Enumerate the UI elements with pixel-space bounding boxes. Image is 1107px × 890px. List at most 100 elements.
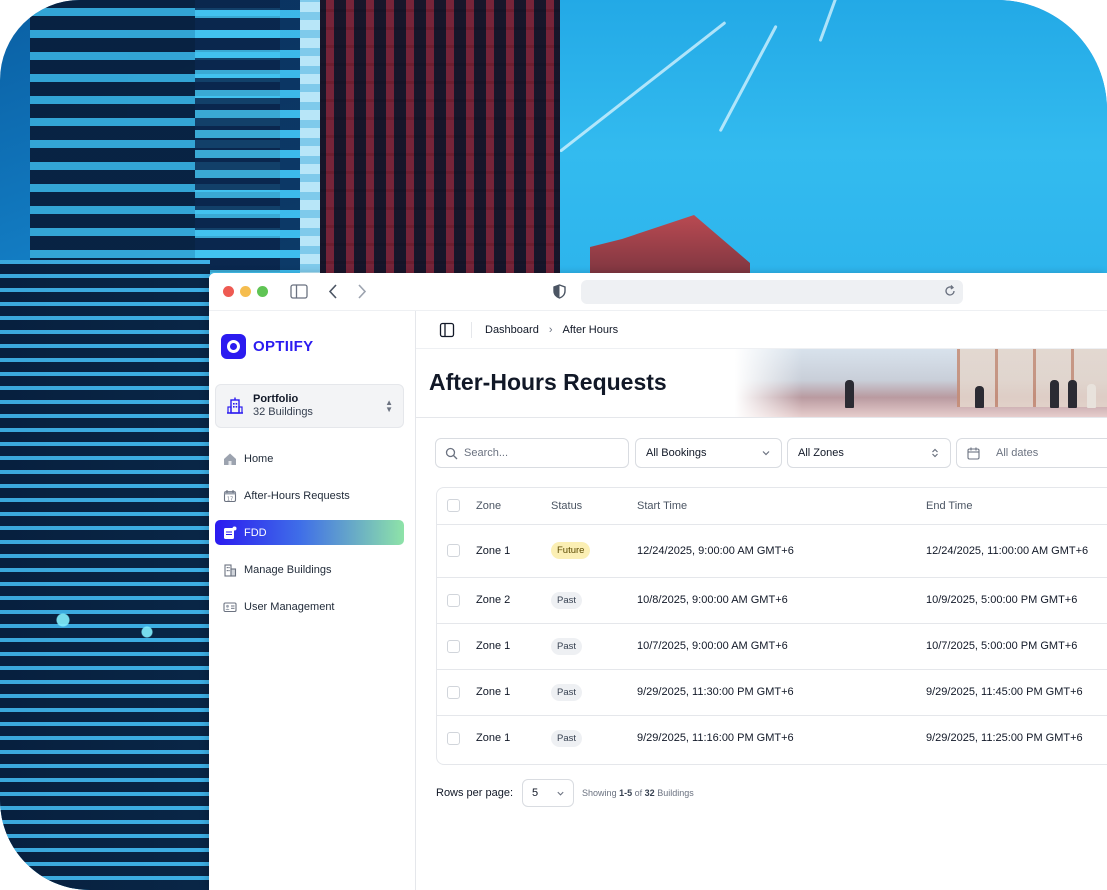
sidebar: OPTIIFY Portfolio 32 Buildings ▲ ▼ Home … (209, 311, 416, 890)
showing-count: Showing 1-5 of 32 Buildings (582, 788, 694, 798)
page-title: After-Hours Requests (429, 369, 667, 395)
cell-end-time: 9/29/2025, 11:45:00 PM GMT+6 (926, 669, 1107, 716)
cell-zone: Zone 1 (476, 623, 551, 670)
status-badge: Future (551, 542, 591, 559)
table-row[interactable]: Zone 1 Past 10/7/2025, 9:00:00 AM GMT+6 … (437, 623, 1107, 670)
chevron-right-icon: › (548, 323, 553, 336)
table-row[interactable]: Zone 1 Future 12/24/2025, 9:00:00 AM GMT… (437, 524, 1107, 578)
status-badge: Past (551, 683, 583, 701)
showing-total: 32 (644, 788, 655, 798)
zones-filter-dropdown[interactable]: All Zones (787, 438, 951, 468)
row-checkbox[interactable] (447, 544, 460, 557)
column-header-status[interactable]: Status (551, 488, 637, 525)
row-checkbox[interactable] (447, 593, 460, 607)
topbar-divider (471, 321, 472, 338)
column-header-start-time[interactable]: Start Time (637, 488, 926, 525)
home-icon (224, 453, 236, 465)
shield-icon[interactable] (553, 284, 566, 299)
sidebar-item-fdd[interactable]: FDD (215, 520, 404, 545)
cell-end-time: 12/24/2025, 11:00:00 AM GMT+6 (926, 524, 1107, 578)
search-input[interactable] (464, 447, 614, 459)
minimize-window-button[interactable] (240, 286, 251, 297)
sidebar-item-user-management[interactable]: User Management (215, 594, 404, 619)
breadcrumb: Dashboard › After Hours (485, 324, 618, 336)
portfolio-title: Portfolio (253, 393, 299, 405)
svg-text:17: 17 (227, 496, 233, 502)
cell-start-time: 9/29/2025, 11:30:00 PM GMT+6 (637, 669, 926, 716)
panel-toggle-icon[interactable] (439, 322, 455, 338)
topbar: Dashboard › After Hours (416, 311, 1107, 349)
status-badge: Past (551, 591, 583, 609)
date-range-picker[interactable]: All dates (956, 438, 1107, 468)
building-icon (227, 397, 243, 414)
back-arrow-icon[interactable] (328, 284, 338, 299)
row-checkbox[interactable] (447, 731, 460, 745)
chevron-down-icon (762, 451, 770, 456)
breadcrumb-current: After Hours (562, 323, 619, 336)
forward-arrow-icon[interactable] (357, 284, 367, 299)
sidebar-item-label: User Management (244, 600, 335, 613)
cell-end-time: 10/9/2025, 5:00:00 PM GMT+6 (926, 577, 1107, 624)
cell-start-time: 10/8/2025, 9:00:00 AM GMT+6 (637, 577, 926, 624)
date-range-placeholder: All dates (996, 447, 1039, 459)
main-content: Dashboard › After Hours After-Hours Requ… (416, 311, 1107, 890)
chevron-down-icon (557, 791, 564, 796)
rows-per-page-label: Rows per page: (436, 787, 514, 799)
browser-window: OPTIIFY Portfolio 32 Buildings ▲ ▼ Home … (209, 273, 1107, 890)
sidebar-item-after-hours-requests[interactable]: 17 After-Hours Requests (215, 483, 404, 508)
sidebar-item-label: Manage Buildings (244, 563, 332, 576)
address-bar[interactable] (581, 280, 963, 304)
select-all-checkbox[interactable] (447, 499, 460, 513)
breadcrumb-dashboard[interactable]: Dashboard (485, 324, 539, 336)
status-badge: Past (551, 729, 583, 747)
cell-start-time: 9/29/2025, 11:16:00 PM GMT+6 (637, 732, 794, 745)
sidebar-item-home[interactable]: Home (215, 446, 404, 471)
bookings-filter-dropdown[interactable]: All Bookings (635, 438, 782, 468)
calendar-icon (967, 447, 980, 460)
id-card-icon (223, 601, 237, 612)
brand-logo-icon (221, 334, 246, 359)
close-window-button[interactable] (223, 286, 234, 297)
pagination: Rows per page: 5 Showing 1-5 of 32 Build… (436, 778, 694, 808)
search-box[interactable] (435, 438, 629, 468)
table-header-row: Zone Status Start Time End Time (437, 488, 1107, 525)
bookings-filter-value: All Bookings (646, 447, 707, 459)
cell-zone: Zone 1 (476, 732, 511, 745)
showing-of: of (634, 788, 643, 798)
chevron-up-down-icon (932, 448, 938, 458)
row-checkbox[interactable] (447, 685, 460, 699)
cell-end-time: 9/29/2025, 11:25:00 PM GMT+6 (926, 732, 1083, 745)
rows-per-page-value: 5 (532, 787, 539, 799)
cell-zone: Zone 2 (476, 577, 551, 624)
portfolio-selector[interactable]: Portfolio 32 Buildings ▲ ▼ (215, 384, 404, 428)
sidebar-item-manage-buildings[interactable]: Manage Buildings (215, 557, 404, 582)
table-row[interactable]: Zone 1 Past 9/29/2025, 11:30:00 PM GMT+6… (437, 669, 1107, 716)
header-banner-image (735, 349, 1107, 417)
sidebar-item-label: Home (244, 452, 274, 465)
calendar-icon: 17 (223, 489, 237, 502)
showing-prefix: Showing (582, 788, 617, 798)
column-header-end-time[interactable]: End Time (926, 488, 1107, 525)
cell-end-time: 10/7/2025, 5:00:00 PM GMT+6 (926, 623, 1107, 670)
brand[interactable]: OPTIIFY (221, 334, 313, 359)
sidebar-toggle-icon[interactable] (290, 284, 308, 299)
table-row[interactable]: Zone 2 Past 10/8/2025, 9:00:00 AM GMT+6 … (437, 577, 1107, 624)
column-header-zone[interactable]: Zone (476, 488, 551, 525)
sidebar-nav: Home 17 After-Hours Requests FDD Manage … (215, 446, 404, 631)
row-checkbox[interactable] (447, 639, 460, 653)
table-row[interactable]: Zone 1 Past 9/29/2025, 11:16:00 PM GMT+6… (437, 715, 1107, 761)
cell-zone: Zone 1 (476, 524, 551, 578)
rows-per-page-select[interactable]: 5 (522, 779, 575, 807)
reload-icon[interactable] (943, 284, 957, 298)
page-header: After-Hours Requests (416, 349, 1107, 418)
sort-arrows-icon: ▲ ▼ (385, 398, 393, 414)
filter-bar: All Bookings All Zones Al (435, 438, 1107, 468)
search-icon (445, 447, 458, 459)
maximize-window-button[interactable] (257, 286, 268, 297)
showing-range: 1-5 (619, 788, 633, 798)
portfolio-subtitle: 32 Buildings (253, 406, 313, 418)
cell-zone: Zone 1 (476, 669, 551, 716)
showing-suffix: Buildings (657, 788, 694, 798)
cell-start-time: 10/7/2025, 9:00:00 AM GMT+6 (637, 623, 926, 670)
sidebar-item-label: FDD (244, 526, 267, 539)
